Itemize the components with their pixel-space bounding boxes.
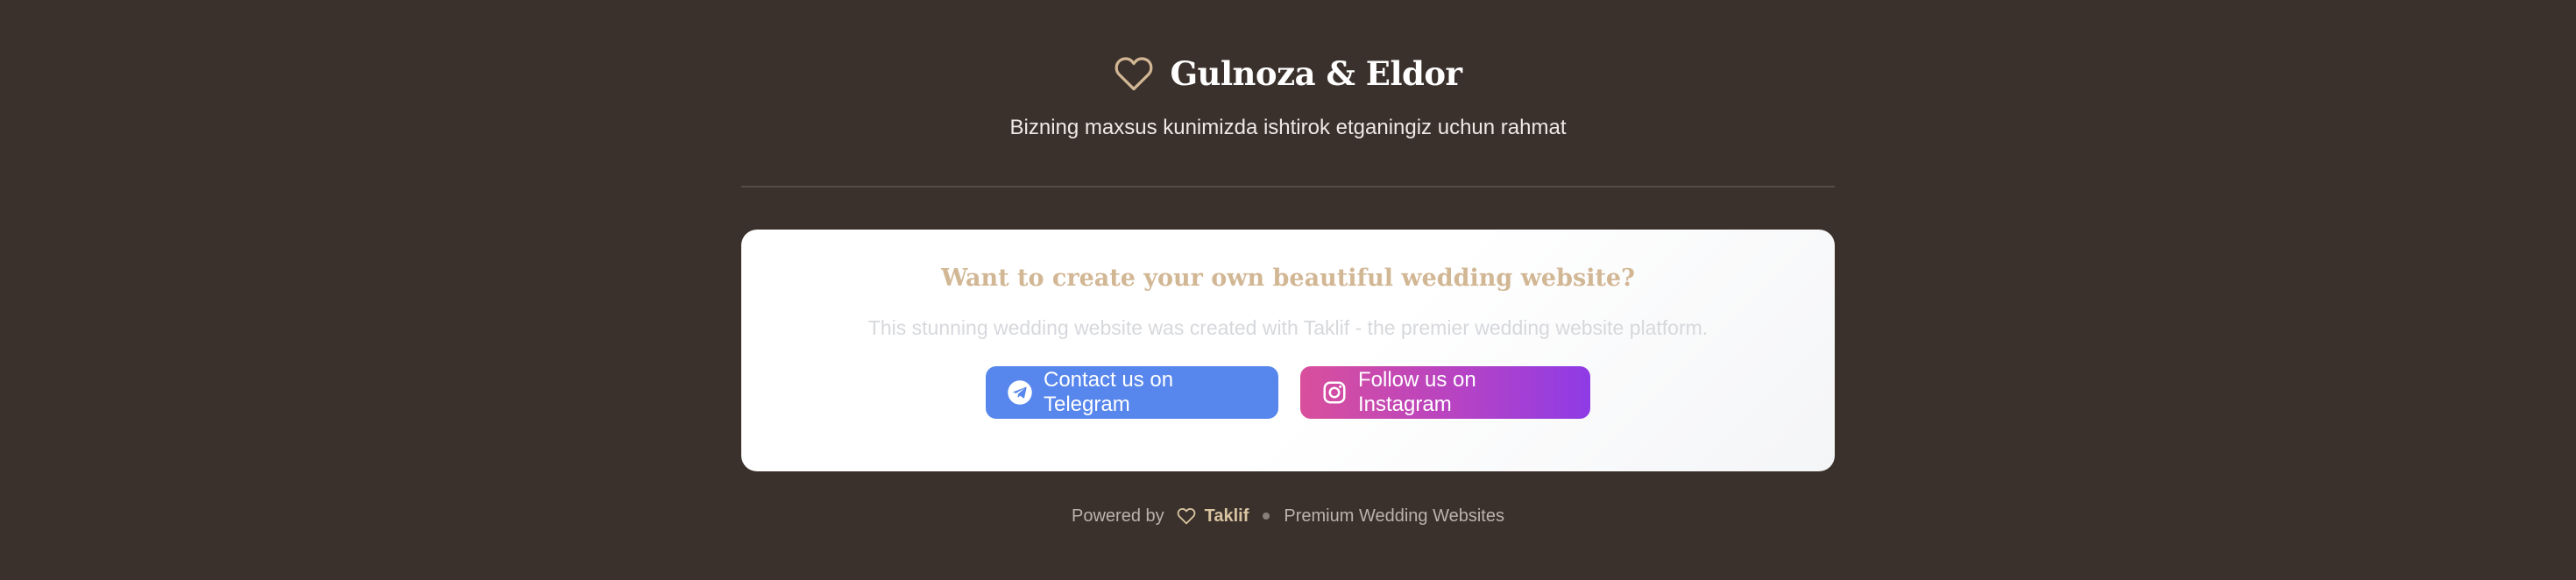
instagram-icon (1323, 381, 1346, 404)
heart-icon (1177, 507, 1195, 525)
taklif-brand-link[interactable]: Taklif (1205, 506, 1249, 527)
telegram-button-label: Contact us on Telegram (1044, 368, 1174, 416)
powered-by-label: Powered by (1072, 506, 1164, 526)
instagram-button-label: Follow us on Instagram (1358, 368, 1476, 416)
separator-dot (1263, 513, 1270, 520)
couple-header: Gulnoza & Eldor (741, 46, 1835, 102)
promo-description: This stunning wedding website was create… (867, 316, 1709, 339)
heart-outline-icon (1115, 57, 1153, 91)
section-divider (741, 186, 1835, 187)
promo-card: Want to create your own beautiful weddin… (741, 230, 1835, 471)
instagram-follow-button[interactable]: Follow us on Instagram (1300, 366, 1590, 419)
page-footer-section: Gulnoza & Eldor Bizning maxsus kunimizda… (741, 0, 1835, 580)
promo-title: Want to create your own beautiful weddin… (941, 265, 1635, 292)
couple-names: Gulnoza & Eldor (1170, 53, 1462, 93)
powered-by-footer: Powered by Taklif Premium Wedding Websit… (741, 501, 1835, 531)
thank-you-message: Bizning maxsus kunimizda ishtirok etgani… (1009, 116, 1567, 139)
telegram-contact-button[interactable]: Contact us on Telegram (986, 366, 1278, 419)
telegram-icon (1008, 380, 1032, 405)
footer-tagline: Premium Wedding Websites (1284, 506, 1504, 526)
